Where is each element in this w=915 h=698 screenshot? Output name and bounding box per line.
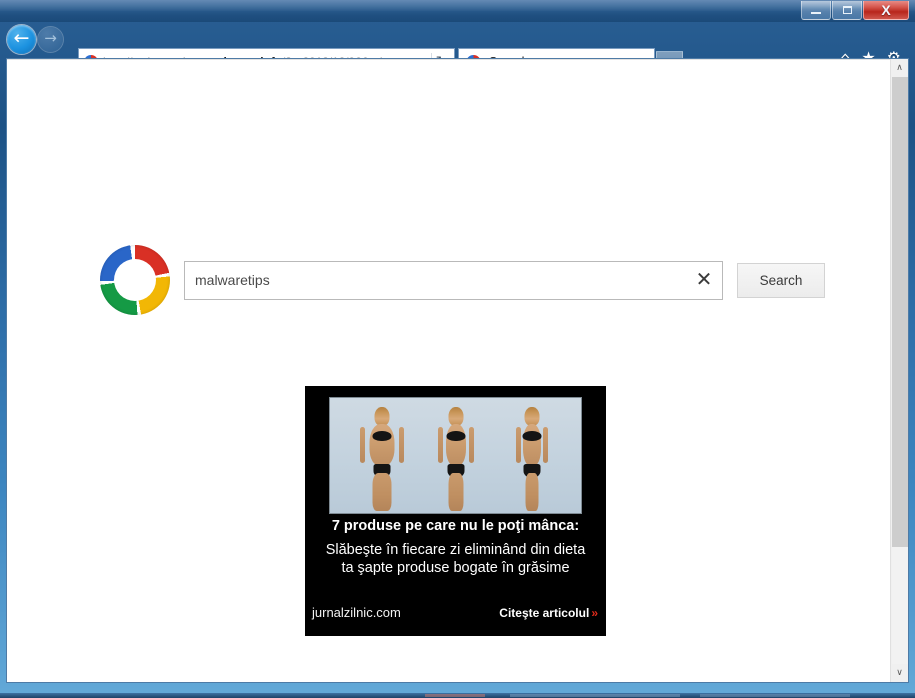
title-bar: [0, 0, 915, 22]
minimize-button[interactable]: [801, 1, 831, 20]
browser-window: X ← → http://websearch.searchguru.info/?…: [0, 0, 915, 698]
maximize-icon: [842, 6, 852, 14]
ad-footer: jurnalzilnic.com Citeşte articolul»: [305, 605, 606, 620]
clear-search-icon[interactable]: ✕: [690, 270, 718, 290]
ad-figure: [356, 407, 408, 511]
back-arrow-icon: ←: [13, 27, 30, 49]
scrollbar-thumb[interactable]: [892, 77, 908, 547]
searchguru-logo-icon: [100, 245, 170, 315]
close-button[interactable]: X: [863, 1, 909, 20]
forward-button[interactable]: →: [38, 27, 63, 52]
ad-headline: 7 produse pe care nu le poţi mânca:: [331, 518, 580, 534]
scroll-down-icon[interactable]: ∨: [891, 664, 908, 682]
back-button[interactable]: ←: [7, 25, 36, 54]
navigation-buttons: ← →: [7, 25, 63, 54]
ad-body-text: Slăbeşte în fiecare zi eliminând din die…: [325, 542, 586, 576]
browser-toolbar: ← → http://websearch.searchguru.info/?r=…: [0, 22, 915, 75]
scroll-up-icon[interactable]: ∧: [891, 59, 908, 77]
advertisement-banner[interactable]: 7 produse pe care nu le poţi mânca: Slăb…: [305, 386, 606, 636]
ad-cta-link[interactable]: Citeşte articolul»: [499, 606, 598, 620]
window-controls: X: [801, 1, 909, 20]
search-row: ✕ Search: [7, 245, 892, 315]
ad-image: [329, 397, 582, 514]
ad-figure: [434, 407, 478, 511]
minimize-icon: [811, 12, 821, 14]
ad-figure: [512, 407, 552, 511]
search-field[interactable]: ✕: [184, 260, 723, 300]
page-viewport: ✕ Search: [6, 58, 909, 683]
taskbar-peek: [0, 693, 915, 698]
close-icon: X: [881, 2, 891, 18]
ad-domain: jurnalzilnic.com: [312, 605, 401, 620]
vertical-scrollbar[interactable]: ∧ ∨: [890, 59, 908, 682]
ad-cta-chevron-icon: »: [591, 606, 598, 620]
page-content: ✕ Search: [7, 59, 892, 682]
content-top-divider: [7, 59, 892, 60]
scrollbar-track[interactable]: [892, 547, 908, 664]
search-input[interactable]: [195, 272, 690, 288]
maximize-button[interactable]: [832, 1, 862, 20]
search-button[interactable]: Search: [737, 262, 825, 298]
forward-arrow-icon: →: [44, 29, 57, 47]
